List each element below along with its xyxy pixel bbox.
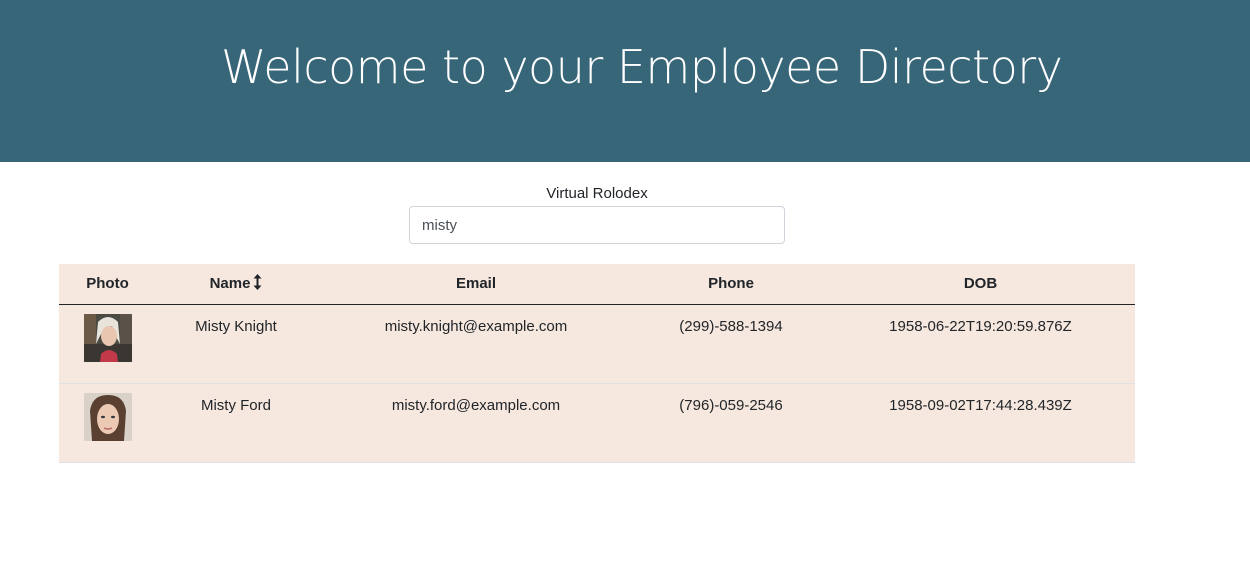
employee-table-container: Photo Name Email Phone DOB Misty Knight … bbox=[59, 264, 1135, 463]
employee-photo bbox=[83, 392, 132, 441]
table-body: Misty Knight misty.knight@example.com (2… bbox=[59, 304, 1135, 463]
column-header-photo: Photo bbox=[59, 264, 156, 305]
table-row: Misty Ford misty.ford@example.com (796)-… bbox=[59, 383, 1135, 463]
jumbotron-header: Welcome to your Employee Directory bbox=[0, 0, 1250, 162]
employee-photo bbox=[83, 313, 132, 362]
table-header: Photo Name Email Phone DOB bbox=[59, 264, 1135, 305]
column-header-phone: Phone bbox=[636, 264, 826, 305]
search-input[interactable] bbox=[409, 206, 785, 244]
name-cell: Misty Ford bbox=[156, 383, 316, 463]
search-label: Virtual Rolodex bbox=[546, 185, 648, 202]
dob-cell: 1958-06-22T19:20:59.876Z bbox=[826, 304, 1135, 384]
column-header-name[interactable]: Name bbox=[156, 264, 316, 305]
name-cell: Misty Knight bbox=[156, 304, 316, 384]
page-title: Welcome to your Employee Directory bbox=[221, 40, 1063, 94]
phone-cell: (299)-588-1394 bbox=[636, 304, 826, 384]
column-header-dob: DOB bbox=[826, 264, 1135, 305]
email-cell: misty.knight@example.com bbox=[316, 304, 636, 384]
employee-table: Photo Name Email Phone DOB Misty Knight … bbox=[59, 264, 1135, 463]
photo-cell bbox=[59, 304, 156, 384]
table-row: Misty Knight misty.knight@example.com (2… bbox=[59, 304, 1135, 384]
email-cell: misty.ford@example.com bbox=[316, 383, 636, 463]
phone-cell: (796)-059-2546 bbox=[636, 383, 826, 463]
table-header-row: Photo Name Email Phone DOB bbox=[59, 264, 1135, 305]
column-header-email: Email bbox=[316, 264, 636, 305]
column-header-name-label: Name bbox=[209, 274, 251, 292]
photo-cell bbox=[59, 383, 156, 463]
sort-icon[interactable] bbox=[253, 273, 262, 294]
dob-cell: 1958-09-02T17:44:28.439Z bbox=[826, 383, 1135, 463]
